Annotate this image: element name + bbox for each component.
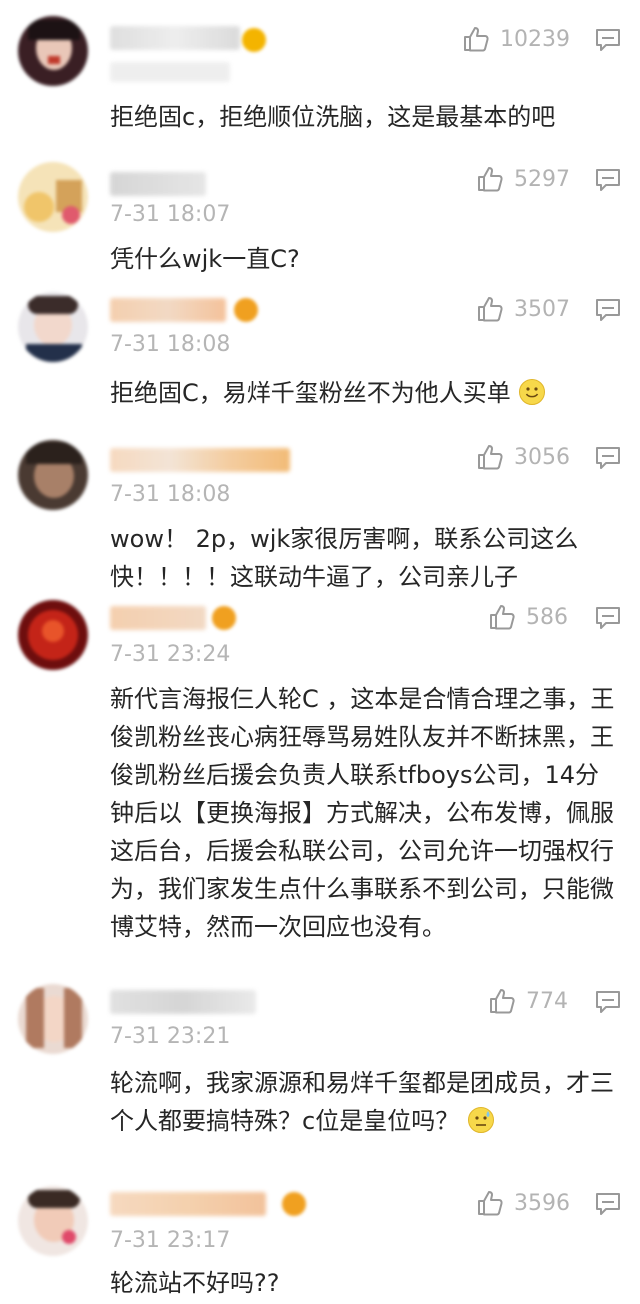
- comment-text-content: 轮流站不好吗??: [110, 1269, 280, 1297]
- like-button[interactable]: 10239: [462, 24, 570, 54]
- thumbs-up-icon: [490, 605, 515, 630]
- comment-text-content: wow！ 2p，wjk家很厉害啊，联系公司这么快！！！！这联动牛逼了，公司亲儿子: [110, 525, 579, 591]
- username-blurred[interactable]: [110, 606, 206, 630]
- vip-badge-icon: [242, 28, 266, 52]
- comment-text: wow！ 2p，wjk家很厉害啊，联系公司这么快！！！！这联动牛逼了，公司亲儿子: [110, 520, 620, 596]
- like-button[interactable]: 3056: [476, 442, 570, 472]
- comment-text-content: 轮流啊，我家源源和易烊千玺都是团成员，才三个人都要搞特殊？c位是皇位吗？: [110, 1069, 614, 1135]
- like-button[interactable]: 3596: [476, 1188, 570, 1218]
- username-blurred[interactable]: [110, 1192, 266, 1216]
- comment-text: 轮流站不好吗??: [110, 1264, 620, 1302]
- username-blurred[interactable]: [110, 990, 256, 1014]
- username-blurred[interactable]: [110, 298, 226, 322]
- avatar[interactable]: [18, 600, 88, 670]
- like-button[interactable]: 5297: [476, 164, 570, 194]
- like-count: 774: [526, 988, 568, 1014]
- like-count: 3507: [514, 296, 570, 322]
- sweat-emoji-icon: [467, 1107, 494, 1133]
- reply-icon[interactable]: [594, 988, 622, 1016]
- vip-badge-icon: [212, 606, 236, 630]
- thumbs-up-icon: [490, 989, 515, 1014]
- timestamp: 7-31 18:08: [110, 482, 231, 507]
- avatar[interactable]: [18, 440, 88, 510]
- timestamp: 7-31 23:17: [110, 1228, 231, 1253]
- comment-text-content: 新代言海报仨人轮C ，这本是合情合理之事，王俊凯粉丝丧心病狂辱骂易姓队友并不断抹…: [110, 685, 615, 941]
- username-blurred[interactable]: [110, 172, 206, 196]
- reply-icon[interactable]: [594, 1190, 622, 1218]
- avatar[interactable]: [18, 984, 88, 1054]
- timestamp: 7-31 23:21: [110, 1024, 231, 1049]
- comment-text: 拒绝固c，拒绝顺位洗脑，这是最基本的吧: [110, 98, 620, 136]
- comment-text: 拒绝固C，易烊千玺粉丝不为他人买单: [110, 374, 620, 412]
- thumbs-up-icon: [478, 167, 503, 192]
- like-count: 5297: [514, 166, 570, 192]
- reply-icon[interactable]: [594, 444, 622, 472]
- like-count: 10239: [500, 26, 570, 52]
- like-count: 586: [526, 604, 568, 630]
- smile-emoji-icon: [519, 379, 546, 405]
- comment-text: 轮流啊，我家源源和易烊千玺都是团成员，才三个人都要搞特殊？c位是皇位吗？: [110, 1064, 620, 1140]
- reply-icon[interactable]: [594, 26, 622, 54]
- avatar[interactable]: [18, 292, 88, 362]
- timestamp-blurred: [110, 62, 230, 82]
- thumbs-up-icon: [478, 445, 503, 470]
- avatar[interactable]: [18, 162, 88, 232]
- comment-text-content: 凭什么wjk一直C?: [110, 245, 300, 273]
- comment-text-content: 拒绝固c，拒绝顺位洗脑，这是最基本的吧: [110, 103, 556, 131]
- avatar[interactable]: [18, 1186, 88, 1256]
- username-blurred[interactable]: [110, 448, 290, 472]
- comment-text: 凭什么wjk一直C?: [110, 240, 620, 278]
- username-blurred[interactable]: [110, 26, 240, 50]
- timestamp: 7-31 18:07: [110, 202, 231, 227]
- vip-badge-icon: [234, 298, 258, 322]
- like-button[interactable]: 774: [488, 986, 568, 1016]
- reply-icon[interactable]: [594, 166, 622, 194]
- like-count: 3596: [514, 1190, 570, 1216]
- reply-icon[interactable]: [594, 296, 622, 324]
- timestamp: 7-31 23:24: [110, 642, 231, 667]
- thumbs-up-icon: [478, 1191, 503, 1216]
- thumbs-up-icon: [464, 27, 489, 52]
- avatar[interactable]: [18, 16, 88, 86]
- comment-text: 新代言海报仨人轮C ，这本是合情合理之事，王俊凯粉丝丧心病狂辱骂易姓队友并不断抹…: [110, 680, 620, 946]
- comment-text-content: 拒绝固C，易烊千玺粉丝不为他人买单: [110, 379, 511, 407]
- thumbs-up-icon: [478, 297, 503, 322]
- like-button[interactable]: 586: [488, 602, 568, 632]
- timestamp: 7-31 18:08: [110, 332, 231, 357]
- reply-icon[interactable]: [594, 604, 622, 632]
- like-button[interactable]: 3507: [476, 294, 570, 324]
- vip-badge-icon: [282, 1192, 306, 1216]
- like-count: 3056: [514, 444, 570, 470]
